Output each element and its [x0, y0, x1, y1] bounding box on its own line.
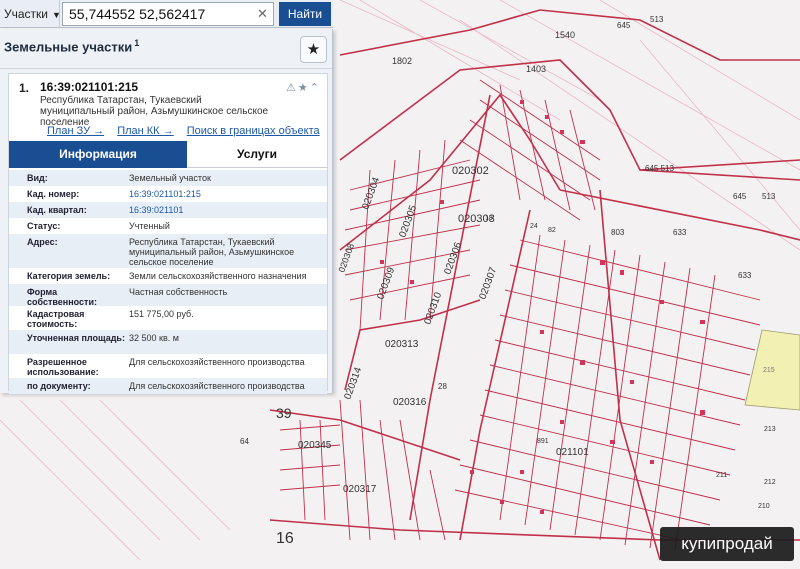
- detail-row: Вид: Земельный участок: [9, 170, 327, 186]
- find-button[interactable]: Найти: [279, 2, 331, 26]
- svg-text:16: 16: [276, 530, 294, 547]
- detail-value: Для сельскохозяйственного производства: [129, 357, 305, 367]
- warning-icon[interactable]: ⚠: [286, 82, 298, 94]
- svg-text:513: 513: [762, 192, 776, 201]
- detail-row: Форма собственности: Частная собственност…: [9, 284, 327, 307]
- panel-header: Земельные участки 1 ★: [0, 29, 332, 69]
- result-cad-number[interactable]: 16:39:021101:215: [40, 80, 138, 94]
- detail-value: Республика Татарстан, Тукаевский муницип…: [129, 237, 295, 267]
- svg-text:24: 24: [530, 223, 538, 230]
- detail-row: по документу: Для сельскохозяйственного п…: [9, 378, 327, 394]
- svg-text:633: 633: [738, 271, 752, 280]
- detail-key: Вид:: [27, 173, 48, 183]
- svg-text:64: 64: [240, 437, 249, 446]
- detail-key: Статус:: [27, 221, 61, 231]
- svg-text:1403: 1403: [526, 64, 546, 74]
- svg-text:021101: 021101: [556, 447, 589, 458]
- detail-row: Кадастровая стоимость: 151 775,00 руб.: [9, 306, 327, 330]
- result-count: 1: [134, 38, 140, 48]
- svg-text:020317: 020317: [343, 484, 377, 495]
- detail-key: Категория земель:: [27, 271, 111, 281]
- chevron-up-icon[interactable]: ⌃: [310, 82, 321, 94]
- chevron-down-icon: ▼: [52, 10, 61, 20]
- results-panel: Земельные участки 1 ★ 1. 16:39:021101:215…: [0, 29, 333, 394]
- svg-text:645 513: 645 513: [645, 164, 674, 173]
- detail-key: по документу:: [27, 381, 91, 391]
- detail-key: Кадастровая стоимость:: [27, 309, 85, 329]
- svg-text:210: 210: [758, 503, 770, 510]
- detail-row: Разрешенное использование: Для сельскохоз…: [9, 354, 327, 378]
- detail-row: Адрес: Республика Татарстан, Тукаевский м…: [9, 234, 327, 268]
- svg-text:020316: 020316: [393, 397, 427, 408]
- detail-key: Уточненная площадь:: [27, 333, 125, 343]
- svg-text:215: 215: [763, 367, 775, 374]
- detail-key: Кад. номер:: [27, 189, 80, 199]
- svg-text:891: 891: [537, 438, 549, 445]
- detail-value: Частная собственность: [129, 287, 228, 297]
- layer-dropdown[interactable]: Участки ▼: [0, 0, 61, 28]
- search-input[interactable]: [62, 2, 274, 26]
- detail-value: Для сельскохозяйственного производства: [129, 381, 305, 391]
- svg-text:1802: 1802: [392, 56, 412, 66]
- svg-text:020302: 020302: [452, 165, 489, 177]
- svg-text:18: 18: [485, 215, 493, 222]
- detail-key: Форма собственности:: [27, 287, 97, 307]
- detail-row: Кад. номер: 16:39:021101:215: [9, 186, 327, 202]
- svg-text:633: 633: [673, 228, 687, 237]
- detail-value: 32 500 кв. м: [129, 333, 179, 343]
- star-outline-icon[interactable]: ★: [298, 82, 310, 94]
- svg-text:513: 513: [650, 15, 664, 24]
- result-tabs: Информация Услуги: [9, 141, 327, 168]
- svg-text:020345: 020345: [298, 440, 332, 451]
- svg-text:39: 39: [276, 405, 292, 421]
- result-index: 1.: [19, 81, 30, 95]
- svg-text:020313: 020313: [385, 339, 419, 350]
- card-actions: ⚠★⌃: [286, 81, 321, 94]
- detail-row: Кад. квартал: 16:39:021101: [9, 202, 327, 218]
- detail-key: Кад. квартал:: [27, 205, 87, 215]
- detail-key: Адрес:: [27, 237, 58, 247]
- star-icon: ★: [306, 41, 321, 58]
- result-card: 1. 16:39:021101:215 Республика Татарстан…: [8, 73, 328, 394]
- detail-value: 151 775,00 руб.: [129, 309, 194, 319]
- panel-title: Земельные участки 1: [4, 38, 139, 54]
- svg-text:28: 28: [438, 382, 447, 391]
- svg-text:211: 211: [716, 472, 727, 479]
- favorite-button[interactable]: ★: [300, 36, 327, 63]
- detail-row: Уточненная площадь: 32 500 кв. м: [9, 330, 327, 354]
- layer-dropdown-label: Участки: [4, 7, 48, 21]
- detail-key: Разрешенное использование:: [27, 357, 99, 377]
- tab-information[interactable]: Информация: [9, 141, 187, 168]
- detail-value[interactable]: 16:39:021101: [129, 205, 319, 215]
- svg-text:82: 82: [548, 227, 556, 234]
- detail-value: Земли сельскохозяйственного назначения: [129, 271, 307, 281]
- detail-value: Земельный участок: [129, 173, 211, 183]
- search-bar: Участки ▼ ✕ Найти: [0, 0, 333, 28]
- detail-row: Статус: Учтенный: [9, 218, 327, 234]
- svg-text:645: 645: [617, 21, 631, 30]
- link-plan-zu[interactable]: План ЗУ →: [47, 125, 104, 137]
- svg-text:212: 212: [764, 479, 776, 486]
- svg-text:645: 645: [733, 192, 747, 201]
- svg-text:213: 213: [764, 426, 776, 433]
- detail-value[interactable]: 16:39:021101:215: [129, 189, 319, 199]
- details-table: Вид: Земельный участок Кад. номер: 16:39:0…: [9, 170, 327, 394]
- link-plan-kk[interactable]: План КК →: [117, 125, 173, 137]
- tab-services[interactable]: Услуги: [187, 141, 327, 168]
- svg-text:803: 803: [611, 228, 625, 237]
- watermark-logo: купипродай: [660, 527, 794, 561]
- detail-value: Учтенный: [129, 221, 170, 231]
- result-address: Республика Татарстан, Тукаевский муницип…: [40, 95, 269, 128]
- panel-title-text: Земельные участки: [4, 39, 133, 55]
- svg-text:1540: 1540: [555, 30, 575, 40]
- detail-row: Категория земель: Земли сельскохозяйствен…: [9, 268, 327, 284]
- close-icon[interactable]: ✕: [257, 6, 268, 22]
